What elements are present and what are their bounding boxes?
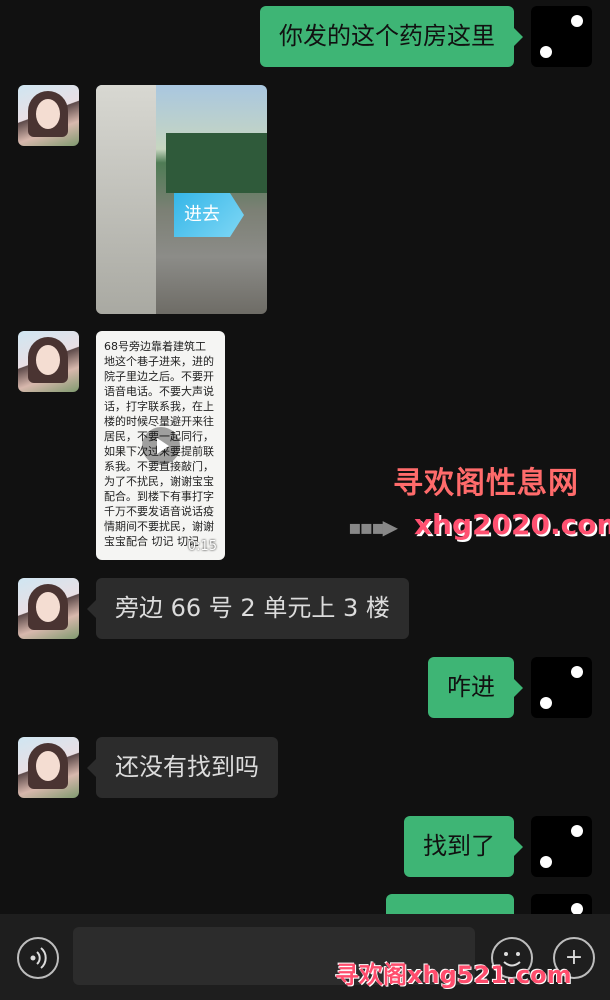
message-text: 找到了 (423, 832, 495, 860)
watermark-title: 寻欢阁性息网 (393, 466, 579, 501)
image-overlay-label: 进去 (174, 193, 244, 237)
watermark-bottom: 寻欢阁xhg521.com (335, 961, 572, 989)
my-avatar[interactable] (531, 657, 592, 718)
contact-avatar[interactable] (18, 85, 79, 146)
message-bubble-received[interactable]: 还没有找到吗 (87, 737, 278, 798)
my-avatar[interactable] (531, 6, 592, 67)
play-icon[interactable] (142, 427, 180, 465)
contact-avatar[interactable] (18, 578, 79, 639)
message-bubble-sent[interactable]: 咋进 (428, 657, 523, 718)
voice-icon[interactable] (17, 937, 59, 979)
video-message[interactable]: 68号旁边靠着建筑工 地这个巷子进来，进的 院子里边之后。不要开 语音电话。不要… (96, 331, 225, 560)
chat-area[interactable]: 你发的这个药房这里 进去 68号旁边靠着建筑工 地这个巷子进来，进的 院子里边之… (0, 0, 610, 914)
message-text: 还没有找到吗 (115, 753, 259, 781)
contact-avatar[interactable] (18, 331, 79, 392)
my-avatar[interactable] (531, 816, 592, 877)
message-bubble-sent[interactable]: 找到了 (404, 816, 523, 877)
video-duration: 0:15 (187, 539, 217, 554)
message-text: 旁边 66 号 2 单元上 3 楼 (115, 594, 390, 622)
message-bubble-received[interactable]: 旁边 66 号 2 单元上 3 楼 (87, 578, 409, 639)
watermark-arrow-icon: ▪▪▪▶ (348, 515, 398, 539)
message-text: 你发的这个药房这里 (279, 22, 495, 50)
my-avatar[interactable] (531, 894, 592, 914)
image-message[interactable]: 进去 (96, 85, 267, 314)
message-bubble-sent-partial[interactable] (386, 894, 514, 914)
message-text: 咋进 (447, 673, 495, 701)
message-bubble-sent[interactable]: 你发的这个药房这里 (260, 6, 523, 67)
watermark-site: xhg2020.com (414, 508, 610, 541)
contact-avatar[interactable] (18, 737, 79, 798)
